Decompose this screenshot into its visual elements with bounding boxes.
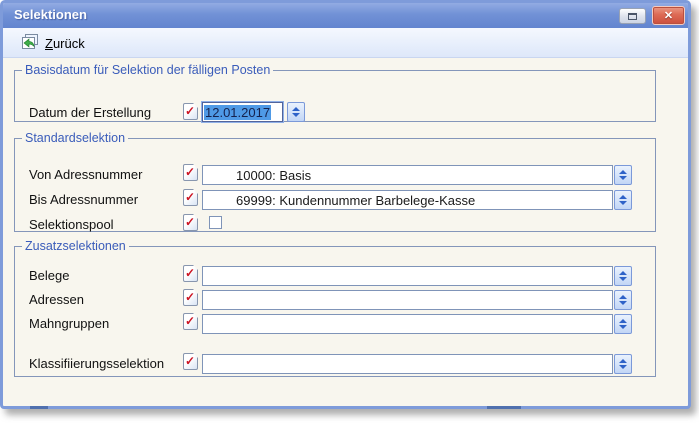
mahngruppen-enable-checkbox[interactable]: ✓ (183, 313, 198, 330)
close-icon: ✕ (664, 9, 673, 22)
group-basisdatum: Basisdatum für Selektion der fälligen Po… (14, 63, 656, 122)
klassifiierungsselektion-spinner[interactable] (614, 354, 632, 374)
spin-down-icon[interactable] (292, 113, 300, 117)
klassifiierungsselektion-field[interactable] (202, 354, 613, 374)
mahngruppen-spinner[interactable] (614, 314, 632, 334)
creation-date-enable-checkbox[interactable]: ✓ (183, 103, 198, 120)
minimize-button[interactable] (619, 8, 646, 24)
red-check-icon: ✓ (185, 354, 195, 369)
adressen-field[interactable] (202, 290, 613, 310)
bis-adressnummer-value: 69999: Kundennummer Barbelege-Kasse (236, 193, 475, 208)
spin-down-icon[interactable] (619, 201, 627, 205)
bis-adressnummer-label: Bis Adressnummer (29, 192, 138, 207)
red-check-icon: ✓ (185, 314, 195, 329)
belege-enable-checkbox[interactable]: ✓ (183, 265, 198, 282)
group-zusatzselektionen: Zusatzselektionen Belege ✓ Adressen ✓ Ma… (14, 239, 656, 377)
selektionspool-label: Selektionspool (29, 217, 114, 232)
spin-down-icon[interactable] (619, 325, 627, 329)
bis-adressnummer-spinner[interactable] (614, 190, 632, 210)
toolbar: Zurück (3, 28, 688, 58)
bis-adressnummer-field[interactable]: 69999: Kundennummer Barbelege-Kasse (202, 190, 613, 210)
belege-spinner[interactable] (614, 266, 632, 286)
selektionspool-enable-checkbox[interactable]: ✓ (183, 214, 198, 231)
window-edge-artifact (487, 406, 521, 409)
spin-down-icon[interactable] (619, 365, 627, 369)
spin-up-icon[interactable] (619, 195, 627, 199)
von-adressnummer-enable-checkbox[interactable]: ✓ (183, 164, 198, 181)
group-zusatzselektionen-legend: Zusatzselektionen (22, 239, 129, 253)
klassifiierungsselektion-label: Klassifiierungsselektion (29, 356, 164, 371)
back-icon (21, 34, 39, 53)
red-check-icon: ✓ (185, 266, 195, 281)
belege-field[interactable] (202, 266, 613, 286)
red-check-icon: ✓ (185, 215, 195, 230)
back-button-label: Zurück (45, 36, 85, 51)
selektionspool-checkbox[interactable] (209, 216, 222, 229)
window-edge-artifact (30, 406, 48, 409)
title-bar[interactable]: Selektionen ✕ (3, 3, 688, 28)
spin-up-icon[interactable] (292, 107, 300, 111)
von-adressnummer-label: Von Adressnummer (29, 167, 142, 182)
von-adressnummer-spinner[interactable] (614, 165, 632, 185)
red-check-icon: ✓ (185, 165, 195, 180)
minimize-icon (628, 13, 637, 20)
creation-date-input[interactable]: 12.01.2017 (202, 102, 283, 122)
back-button[interactable]: Zurück (15, 31, 91, 55)
belege-label: Belege (29, 268, 69, 283)
spin-up-icon[interactable] (619, 170, 627, 174)
red-check-icon: ✓ (185, 104, 195, 119)
spin-down-icon[interactable] (619, 277, 627, 281)
red-check-icon: ✓ (185, 190, 195, 205)
spin-up-icon[interactable] (619, 295, 627, 299)
bis-adressnummer-enable-checkbox[interactable]: ✓ (183, 189, 198, 206)
von-adressnummer-value: 10000: Basis (236, 168, 311, 183)
red-check-icon: ✓ (185, 290, 195, 305)
group-standardselektion: Standardselektion Von Adressnummer ✓ 100… (14, 131, 656, 232)
spin-up-icon[interactable] (619, 271, 627, 275)
selektionen-dialog: Selektionen ✕ Zurück Basisdatum für Sele… (0, 0, 691, 409)
adressen-label: Adressen (29, 292, 84, 307)
group-standardselektion-legend: Standardselektion (22, 131, 128, 145)
creation-date-spinner[interactable] (287, 102, 305, 122)
von-adressnummer-field[interactable]: 10000: Basis (202, 165, 613, 185)
spin-up-icon[interactable] (619, 319, 627, 323)
close-button[interactable]: ✕ (652, 6, 685, 25)
adressen-spinner[interactable] (614, 290, 632, 310)
creation-date-label: Datum der Erstellung (29, 105, 151, 120)
adressen-enable-checkbox[interactable]: ✓ (183, 289, 198, 306)
klassifiierungsselektion-enable-checkbox[interactable]: ✓ (183, 353, 198, 370)
creation-date-value: 12.01.2017 (204, 105, 271, 120)
group-basisdatum-legend: Basisdatum für Selektion der fälligen Po… (22, 63, 273, 77)
spin-up-icon[interactable] (619, 359, 627, 363)
spin-down-icon[interactable] (619, 176, 627, 180)
mahngruppen-field[interactable] (202, 314, 613, 334)
mahngruppen-label: Mahngruppen (29, 316, 109, 331)
spin-down-icon[interactable] (619, 301, 627, 305)
window-title: Selektionen (14, 7, 87, 22)
